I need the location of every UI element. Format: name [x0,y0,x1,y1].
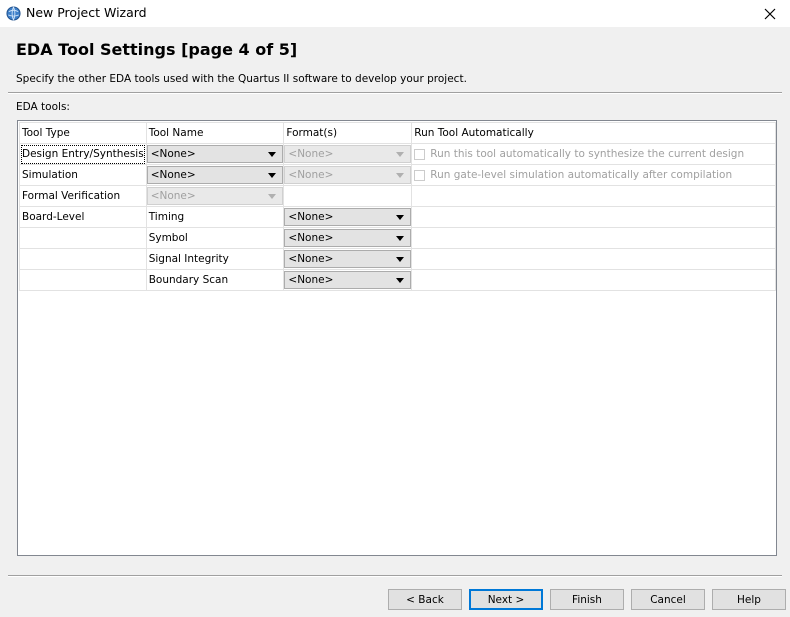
run-auto-simulation-option: Run gate-level simulation automatically … [414,169,773,181]
dropdown-value: <None> [288,232,334,244]
table-row: Simulation <None> <None> Run gate-level … [19,164,776,186]
title-bar: New Project Wizard [0,0,790,27]
dropdown-value: <None> [288,253,334,265]
run-auto-synthesis-option: Run this tool automatically to synthesiz… [414,148,773,160]
chevron-down-icon [268,173,277,178]
empty-cell [411,227,776,249]
chevron-down-icon [268,194,277,199]
table-row: Signal Integrity <None> [19,248,776,270]
empty-cell [411,185,776,207]
chevron-down-icon [396,152,405,157]
chevron-down-icon [396,173,405,178]
chevron-down-icon [396,236,405,241]
cancel-button[interactable]: Cancel [631,589,705,610]
format-dropdown[interactable]: <None> [284,208,411,226]
window-title: New Project Wizard [26,5,147,20]
empty-cell [283,185,413,207]
empty-cell [411,248,776,270]
column-header-run-tool-automatically[interactable]: Run Tool Automatically [411,122,776,144]
column-header-tool-type[interactable]: Tool Type [19,122,147,144]
tool-name-dropdown[interactable]: <None> [147,166,283,184]
page-description: Specify the other EDA tools used with th… [16,73,467,85]
run-auto-checkbox [414,169,426,181]
tool-type-cell [19,269,147,291]
dropdown-value: <None> [288,169,334,181]
format-dropdown[interactable]: <None> [284,271,411,289]
footer-divider [8,575,782,577]
chevron-down-icon [268,152,277,157]
table-row: Formal Verification <None> [19,185,776,207]
empty-cell [411,206,776,228]
chevron-down-icon [396,215,405,220]
quartus-globe-icon [6,6,21,21]
tool-name-dropdown[interactable]: <None> [147,145,283,163]
table-row: Boundary Scan <None> [19,269,776,291]
dropdown-value: <None> [150,169,196,181]
close-button[interactable] [750,0,790,27]
dropdown-value: <None> [288,211,334,223]
dropdown-value: <None> [288,148,334,160]
tool-type-cell [19,248,147,270]
help-button[interactable]: Help [712,589,786,610]
run-auto-label: Run this tool automatically to synthesiz… [430,148,745,160]
page-title: EDA Tool Settings [page 4 of 5] [16,40,298,59]
chevron-down-icon [396,278,405,283]
dropdown-value: <None> [150,148,196,160]
tool-name-dropdown: <None> [147,187,283,205]
tool-name-cell: Signal Integrity [145,248,285,270]
tool-name-cell: Boundary Scan [145,269,285,291]
tool-type-cell: Formal Verification [19,185,147,207]
close-icon [764,8,776,19]
eda-tools-label: EDA tools: [16,101,70,113]
chevron-down-icon [396,257,405,262]
table-row: Design Entry/Synthesis <None> <None> Run… [19,143,776,165]
header-divider [8,92,782,94]
tool-name-cell: Timing [145,206,285,228]
back-button[interactable]: < Back [388,589,462,610]
run-auto-label: Run gate-level simulation automatically … [430,169,733,181]
tool-type-cell: Board-Level [19,206,147,228]
table-row: Board-Level Timing <None> [19,206,776,228]
eda-tools-table: Tool Type Tool Name Format(s) Run Tool A… [17,120,777,556]
run-auto-checkbox [414,148,426,160]
format-dropdown: <None> [284,166,411,184]
dropdown-value: <None> [150,190,196,202]
format-dropdown[interactable]: <None> [284,229,411,247]
column-header-formats[interactable]: Format(s) [283,122,413,144]
next-button[interactable]: Next > [469,589,543,610]
table-header-row: Tool Type Tool Name Format(s) Run Tool A… [19,122,776,144]
empty-cell [411,269,776,291]
column-header-tool-name[interactable]: Tool Name [145,122,285,144]
tool-type-cell: Simulation [19,164,147,186]
format-dropdown: <None> [284,145,411,163]
tool-name-cell: Symbol [145,227,285,249]
format-dropdown[interactable]: <None> [284,250,411,268]
tool-type-cell [19,227,147,249]
tool-type-cell: Design Entry/Synthesis [19,143,147,165]
finish-button[interactable]: Finish [550,589,624,610]
dropdown-value: <None> [288,274,334,286]
table-row: Symbol <None> [19,227,776,249]
